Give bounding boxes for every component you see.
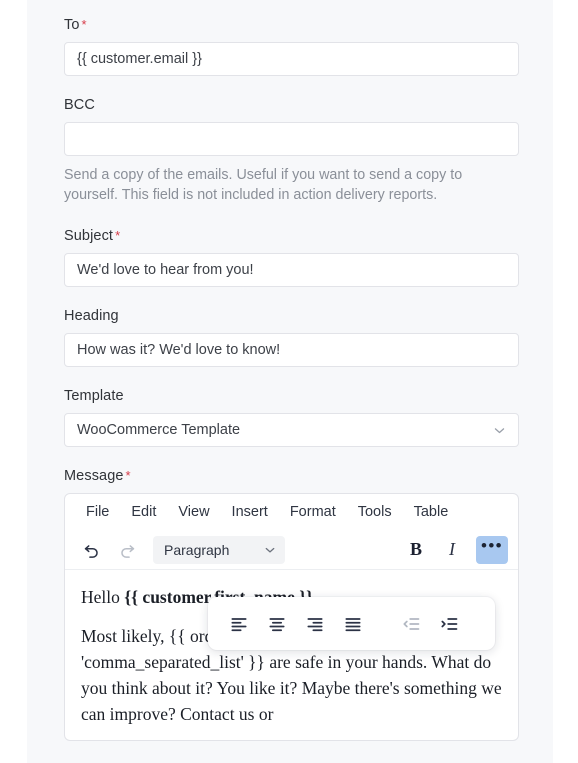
editor-menubar: File Edit View Insert Format Tools Table bbox=[65, 494, 518, 530]
label-subject: Subject * bbox=[64, 228, 121, 244]
field-template: Template WooCommerce Template bbox=[64, 387, 519, 447]
chevron-down-icon bbox=[493, 424, 506, 437]
required-marker-message: * bbox=[125, 468, 131, 483]
menu-insert[interactable]: Insert bbox=[221, 501, 279, 523]
more-toolbar-items-button[interactable]: ••• bbox=[476, 535, 508, 564]
heading-input[interactable]: How was it? We'd love to know! bbox=[64, 333, 519, 367]
format-block-select[interactable]: Paragraph bbox=[153, 535, 285, 564]
indent-icon[interactable] bbox=[434, 610, 464, 638]
subject-input[interactable]: We'd love to hear from you! bbox=[64, 253, 519, 287]
field-to: To * {{ customer.email }} bbox=[64, 16, 519, 76]
toolbar-overflow-popup bbox=[208, 597, 495, 650]
field-heading: Heading How was it? We'd love to know! bbox=[64, 307, 519, 367]
italic-button[interactable]: I bbox=[437, 536, 467, 564]
email-action-settings-screen: To * {{ customer.email }} BCC Send a copy… bbox=[0, 0, 578, 763]
menu-edit[interactable]: Edit bbox=[120, 501, 167, 523]
redo-icon[interactable] bbox=[112, 536, 142, 564]
align-justify-icon[interactable] bbox=[338, 610, 368, 638]
required-marker-subject: * bbox=[115, 228, 121, 243]
to-input-value: {{ customer.email }} bbox=[77, 51, 202, 67]
bcc-help-text: Send a copy of the emails. Useful if you… bbox=[64, 167, 463, 203]
outdent-icon[interactable] bbox=[396, 610, 426, 638]
label-template: Template bbox=[64, 388, 124, 404]
bold-button[interactable]: B bbox=[401, 536, 431, 564]
align-left-icon[interactable] bbox=[224, 610, 254, 638]
template-select[interactable]: WooCommerce Template bbox=[64, 413, 519, 447]
menu-tools[interactable]: Tools bbox=[347, 501, 403, 523]
to-input[interactable]: {{ customer.email }} bbox=[64, 42, 519, 76]
field-bcc: BCC Send a copy of the emails. Useful if… bbox=[64, 96, 519, 205]
label-bcc: BCC bbox=[64, 97, 95, 113]
bcc-input[interactable] bbox=[64, 122, 519, 156]
label-to: To * bbox=[64, 17, 87, 33]
align-right-icon[interactable] bbox=[300, 610, 330, 638]
format-block-value: Paragraph bbox=[164, 541, 230, 558]
field-subject: Subject * We'd love to hear from you! bbox=[64, 227, 519, 287]
menu-file[interactable]: File bbox=[75, 501, 120, 523]
heading-input-value: How was it? We'd love to know! bbox=[77, 342, 281, 358]
chevron-down-icon bbox=[264, 544, 276, 556]
align-center-icon[interactable] bbox=[262, 610, 292, 638]
menu-format[interactable]: Format bbox=[279, 501, 347, 523]
greeting-plain-text: Hello bbox=[81, 587, 125, 607]
template-select-value: WooCommerce Template bbox=[77, 422, 241, 438]
editor-toolbar: Paragraph B I ••• bbox=[65, 530, 518, 570]
subject-input-value: We'd love to hear from you! bbox=[77, 262, 254, 278]
undo-icon[interactable] bbox=[76, 536, 106, 564]
label-heading: Heading bbox=[64, 308, 119, 324]
menu-table[interactable]: Table bbox=[403, 501, 460, 523]
required-marker-to: * bbox=[81, 17, 87, 32]
label-message: Message * bbox=[64, 468, 131, 484]
menu-view[interactable]: View bbox=[167, 501, 220, 523]
